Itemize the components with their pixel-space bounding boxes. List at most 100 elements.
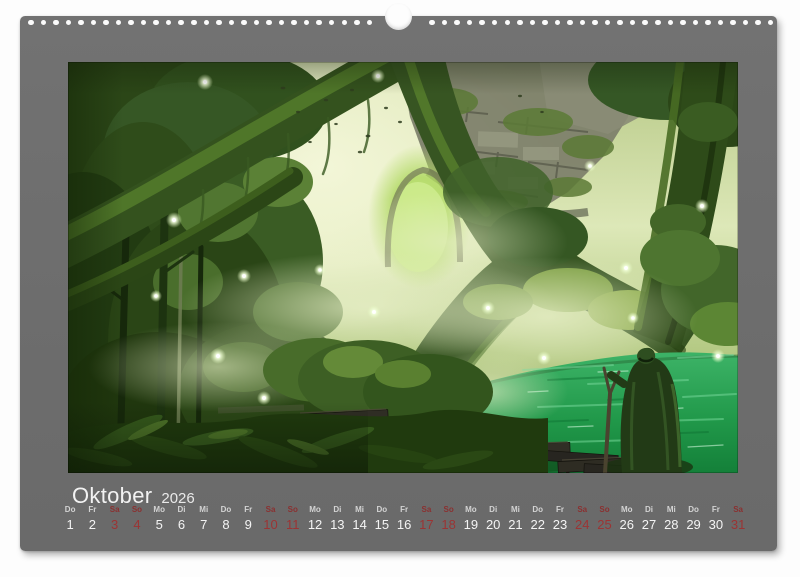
day-column: Mo12 (304, 505, 326, 532)
day-column: Mi7 (193, 505, 215, 532)
binding-hole (768, 20, 774, 26)
weekday-label: Mo (148, 505, 170, 514)
weekday-label: Fr (549, 505, 571, 514)
day-column: Do8 (215, 505, 237, 532)
date-number: 30 (705, 518, 727, 532)
weekday-label: Sa (415, 505, 437, 514)
binding-hole (454, 20, 460, 26)
date-number: 11 (282, 518, 304, 532)
wall-background: Oktober 2026 Do1Fr2Sa3So4Mo5Di6Mi7Do8Fr9… (0, 0, 800, 577)
weekday-label: Sa (259, 505, 281, 514)
date-number: 18 (438, 518, 460, 532)
binding-hole (755, 20, 761, 26)
date-number: 4 (126, 518, 148, 532)
day-column: So25 (593, 505, 615, 532)
date-number: 27 (638, 518, 660, 532)
binding-hole (304, 20, 310, 26)
day-column: Sa10 (259, 505, 281, 532)
binding-hole (191, 20, 197, 26)
binding-hole (617, 20, 623, 26)
day-column: Do15 (371, 505, 393, 532)
date-number: 3 (104, 518, 126, 532)
date-number: 7 (193, 518, 215, 532)
binding-hole (342, 20, 348, 26)
vignette-bottom (68, 402, 368, 473)
binding-hole (718, 20, 724, 26)
weekday-label: Mi (348, 505, 370, 514)
day-column: Sa3 (104, 505, 126, 532)
day-column: Fr 2 (81, 505, 103, 532)
binding-hole (505, 20, 511, 26)
date-number: 19 (460, 518, 482, 532)
binding-hole (241, 20, 247, 26)
hanger-hole (385, 3, 412, 30)
fantasy-forest-illustration (68, 62, 738, 473)
calendar-artwork (68, 62, 738, 473)
day-column: Mi21 (504, 505, 526, 532)
weekday-label: Mo (616, 505, 638, 514)
day-column: So18 (438, 505, 460, 532)
day-column: So 11 (282, 505, 304, 532)
binding-hole (580, 20, 586, 26)
binding-hole (442, 20, 448, 26)
weekday-label: Di (638, 505, 660, 514)
binding-hole (204, 20, 210, 26)
day-column: Sa24 (571, 505, 593, 532)
calendar-page: Oktober 2026 Do1Fr2Sa3So4Mo5Di6Mi7Do8Fr9… (20, 16, 777, 551)
binding-hole (605, 20, 611, 26)
weekday-label: Do (527, 505, 549, 514)
binding-hole (668, 20, 674, 26)
binding-hole (530, 20, 536, 26)
day-column: Do 22 (527, 505, 549, 532)
binding-hole (354, 20, 360, 26)
day-column: Fr 23 (549, 505, 571, 532)
weekday-label: So (282, 505, 304, 514)
day-column: Fr16 (393, 505, 415, 532)
day-column: So 4 (126, 505, 148, 532)
binding-hole (680, 20, 686, 26)
day-column: Mo26 (616, 505, 638, 532)
weekday-label: Do (682, 505, 704, 514)
weekday-label: Sa (727, 505, 749, 514)
binding-hole (316, 20, 322, 26)
date-number: 29 (682, 518, 704, 532)
binding-hole (28, 20, 34, 26)
date-number: 20 (482, 518, 504, 532)
date-number: 6 (170, 518, 192, 532)
weekday-label: Do (215, 505, 237, 514)
date-number: 23 (549, 518, 571, 532)
day-column: Do1 (59, 505, 81, 532)
date-number: 14 (348, 518, 370, 532)
weekday-label: Mo (460, 505, 482, 514)
day-column: Mo 19 (460, 505, 482, 532)
date-number: 22 (527, 518, 549, 532)
binding-hole (128, 20, 134, 26)
binding-hole (216, 20, 222, 26)
day-column: Di 27 (638, 505, 660, 532)
weekday-label: Di (326, 505, 348, 514)
binding-hole (53, 20, 59, 26)
date-number: 2 (81, 518, 103, 532)
binding-hole (630, 20, 636, 26)
binding-hole (555, 20, 561, 26)
vignette-top (68, 62, 738, 94)
day-column: Mi28 (660, 505, 682, 532)
date-number: 24 (571, 518, 593, 532)
weekday-label: Fr (81, 505, 103, 514)
binding-hole (291, 20, 297, 26)
date-number: 9 (237, 518, 259, 532)
binding-hole (492, 20, 498, 26)
day-column: Sa31 (727, 505, 749, 532)
binding-hole (329, 20, 335, 26)
binding-hole (103, 20, 109, 26)
weekday-label: So (126, 505, 148, 514)
weekday-label: So (593, 505, 615, 514)
weekday-label: Di (170, 505, 192, 514)
binding-hole (229, 20, 235, 26)
weekday-label: Fr (393, 505, 415, 514)
binding-hole (567, 20, 573, 26)
day-column: Di20 (482, 505, 504, 532)
binding-hole (166, 20, 172, 26)
binding-hole (116, 20, 122, 26)
binding-hole (655, 20, 661, 26)
